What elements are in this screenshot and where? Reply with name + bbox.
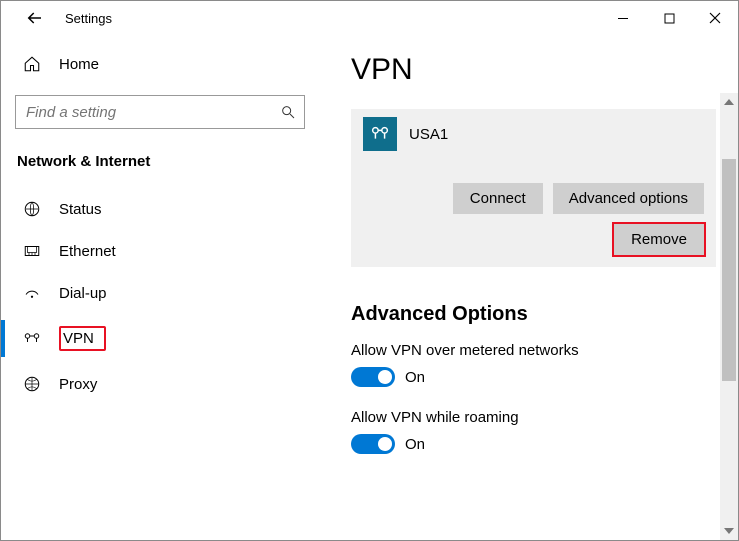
home-nav[interactable]: Home — [1, 47, 319, 81]
advanced-options-heading: Advanced Options — [351, 303, 716, 326]
toggle-roaming-state: On — [405, 436, 425, 453]
arrow-left-icon — [26, 9, 44, 27]
home-icon — [21, 55, 43, 73]
sidebar-item-label: Proxy — [59, 376, 97, 393]
toggle-metered-state: On — [405, 369, 425, 386]
vpn-icon — [21, 330, 43, 348]
option-metered-label: Allow VPN over metered networks — [351, 342, 716, 359]
sidebar-item-proxy[interactable]: Proxy — [1, 363, 319, 405]
sidebar-item-ethernet[interactable]: Ethernet — [1, 230, 319, 272]
close-icon — [709, 12, 721, 24]
advanced-options-button[interactable]: Advanced options — [553, 183, 704, 214]
remove-button[interactable]: Remove — [614, 224, 704, 255]
maximize-button[interactable] — [646, 1, 692, 35]
ethernet-icon — [21, 242, 43, 260]
toggle-metered[interactable] — [351, 367, 395, 387]
scroll-up-button[interactable] — [720, 93, 738, 111]
proxy-icon — [21, 375, 43, 393]
search-input[interactable] — [24, 103, 280, 122]
sidebar-item-dialup[interactable]: Dial-up — [1, 272, 319, 314]
chevron-up-icon — [724, 99, 734, 105]
dialup-icon — [21, 284, 43, 302]
close-button[interactable] — [692, 1, 738, 35]
search-icon — [280, 104, 296, 120]
scroll-thumb[interactable] — [722, 159, 736, 381]
back-button[interactable] — [17, 1, 53, 35]
maximize-icon — [664, 13, 675, 24]
home-label: Home — [59, 56, 99, 73]
scrollbar[interactable] — [720, 93, 738, 540]
sidebar-item-label: Status — [59, 201, 102, 218]
page-title: VPN — [351, 53, 716, 87]
sidebar-item-label: VPN — [59, 326, 106, 351]
chevron-down-icon — [724, 528, 734, 534]
minimize-button[interactable] — [600, 1, 646, 35]
sidebar-item-label: Ethernet — [59, 243, 116, 260]
minimize-icon — [617, 12, 629, 24]
status-icon — [21, 200, 43, 218]
sidebar-item-vpn[interactable]: VPN — [1, 314, 319, 363]
window-title: Settings — [65, 11, 112, 26]
toggle-roaming[interactable] — [351, 434, 395, 454]
search-box[interactable] — [15, 95, 305, 129]
sidebar-item-label: Dial-up — [59, 285, 107, 302]
vpn-connection-name: USA1 — [409, 126, 448, 143]
connect-button[interactable]: Connect — [453, 183, 543, 214]
option-roaming-label: Allow VPN while roaming — [351, 409, 716, 426]
vpn-connection-card[interactable]: USA1 Connect Advanced options Remove — [351, 109, 716, 267]
category-header: Network & Internet — [1, 129, 319, 178]
sidebar-item-status[interactable]: Status — [1, 188, 319, 230]
scroll-down-button[interactable] — [720, 522, 738, 540]
vpn-connection-icon — [363, 117, 397, 151]
